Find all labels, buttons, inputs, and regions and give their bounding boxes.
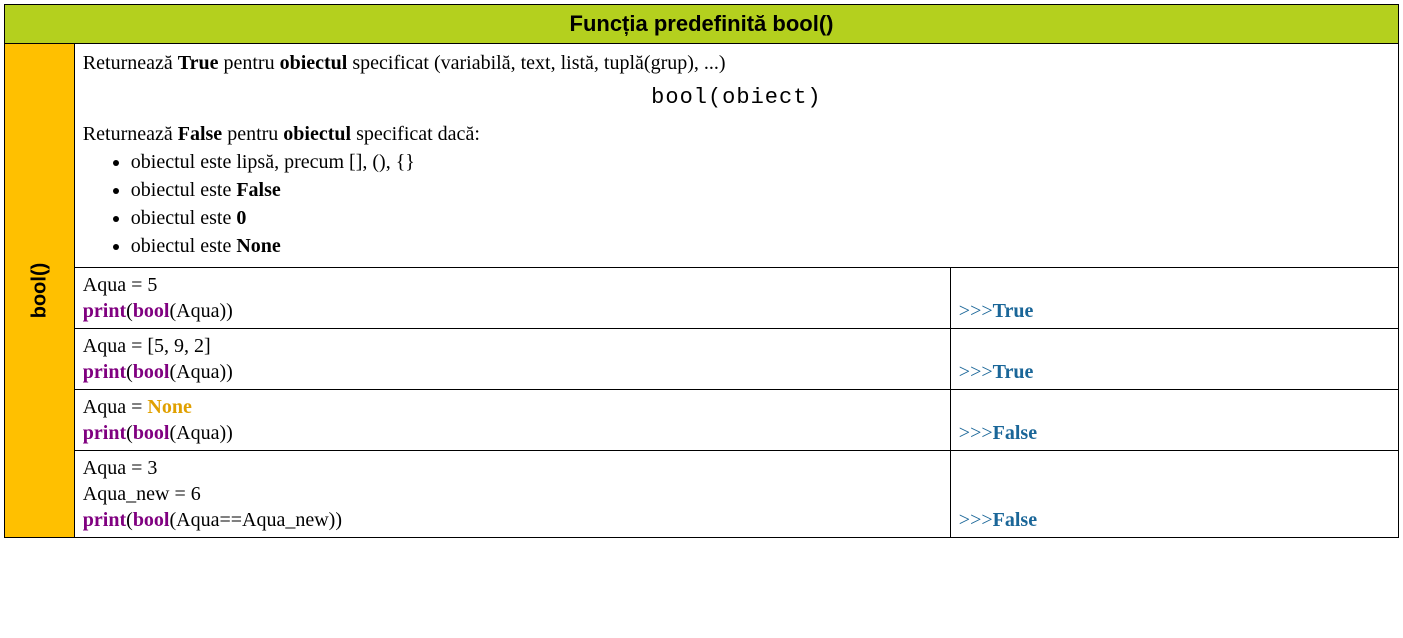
sidebar-label-cell: bool() [5,44,75,538]
bool-function-table: Funcția predefinită bool() bool() Return… [4,4,1399,538]
table-header: Funcția predefinită bool() [5,5,1399,44]
output-cell: >>>True [950,267,1398,328]
bullet-item: obiectul este None [131,233,1390,259]
output-cell: >>>True [950,328,1398,389]
description-cell: Returnează True pentru obiectul specific… [74,44,1398,268]
example-row: Aqua = None print(bool(Aqua)) >>>False [5,389,1399,450]
output-cell: >>>False [950,389,1398,450]
syntax: bool(obiect) [83,84,1390,113]
bullet-list: obiectul este lipsă, precum [], (), {} o… [131,149,1390,259]
code-cell: Aqua = 3 Aqua_new = 6 print(bool(Aqua==A… [74,450,950,537]
code-cell: Aqua = [5, 9, 2] print(bool(Aqua)) [74,328,950,389]
example-row: Aqua = 3 Aqua_new = 6 print(bool(Aqua==A… [5,450,1399,537]
output-cell: >>>False [950,450,1398,537]
desc-line1: Returnează True pentru obiectul specific… [83,50,1390,76]
code-cell: Aqua = None print(bool(Aqua)) [74,389,950,450]
bullet-item: obiectul este lipsă, precum [], (), {} [131,149,1390,175]
example-row: Aqua = [5, 9, 2] print(bool(Aqua)) >>>Tr… [5,328,1399,389]
code-cell: Aqua = 5 print(bool(Aqua)) [74,267,950,328]
example-row: Aqua = 5 print(bool(Aqua)) >>>True [5,267,1399,328]
header-title: Funcția predefinită bool() [570,11,834,36]
sidebar-label: bool() [28,263,51,319]
bullet-item: obiectul este False [131,177,1390,203]
desc-line2: Returnează False pentru obiectul specifi… [83,121,1390,147]
bullet-item: obiectul este 0 [131,205,1390,231]
